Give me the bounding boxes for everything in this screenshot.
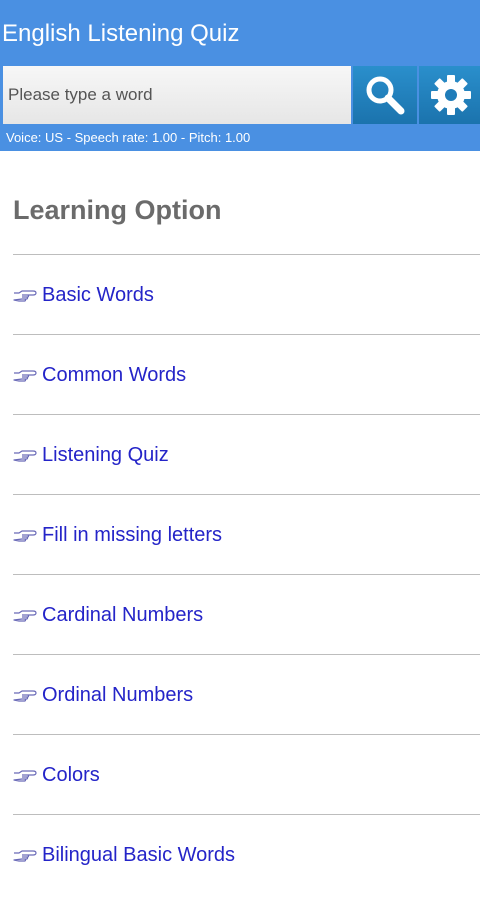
settings-button[interactable]: [419, 66, 480, 124]
option-label: Cardinal Numbers: [42, 603, 204, 626]
learning-options-list: Basic Words Common Words Listening Quiz …: [13, 254, 480, 894]
option-label: Listening Quiz: [42, 443, 169, 466]
option-label: Basic Words: [42, 283, 154, 306]
option-bilingual-basic-words[interactable]: Bilingual Basic Words: [13, 814, 480, 894]
option-listening-quiz[interactable]: Listening Quiz: [13, 414, 480, 494]
pointing-hand-icon: [13, 689, 37, 702]
app-title: English Listening Quiz: [2, 20, 240, 47]
option-label: Common Words: [42, 363, 187, 386]
pointing-hand-icon: [13, 849, 37, 862]
pointing-hand-icon: [13, 609, 37, 622]
search-button[interactable]: [353, 66, 417, 124]
option-colors[interactable]: Colors: [13, 734, 480, 814]
option-common-words[interactable]: Common Words: [13, 334, 480, 414]
option-label: Bilingual Basic Words: [42, 843, 236, 866]
option-cardinal-numbers[interactable]: Cardinal Numbers: [13, 574, 480, 654]
option-label: Ordinal Numbers: [42, 683, 194, 706]
option-basic-words[interactable]: Basic Words: [13, 254, 480, 334]
search-icon: [366, 76, 405, 115]
search-input[interactable]: [3, 66, 351, 124]
search-bar: [3, 66, 480, 124]
app-screen: English Listening Quiz Please type a wor…: [0, 0, 480, 900]
option-ordinal-numbers[interactable]: Ordinal Numbers: [13, 654, 480, 734]
pointing-hand-icon: [13, 769, 37, 782]
option-label: Colors: [42, 763, 100, 786]
gear-icon: [431, 75, 471, 115]
section-title: Learning Option: [13, 195, 222, 225]
pointing-hand-icon: [13, 369, 37, 382]
pointing-hand-icon: [13, 529, 37, 542]
option-fill-missing-letters[interactable]: Fill in missing letters: [13, 494, 480, 574]
pointing-hand-icon: [13, 449, 37, 462]
option-label: Fill in missing letters: [42, 523, 223, 546]
voice-settings-status: Voice: US - Speech rate: 1.00 - Pitch: 1…: [6, 130, 251, 145]
pointing-hand-icon: [13, 289, 37, 302]
app-header: English Listening Quiz Please type a wor…: [0, 0, 480, 151]
